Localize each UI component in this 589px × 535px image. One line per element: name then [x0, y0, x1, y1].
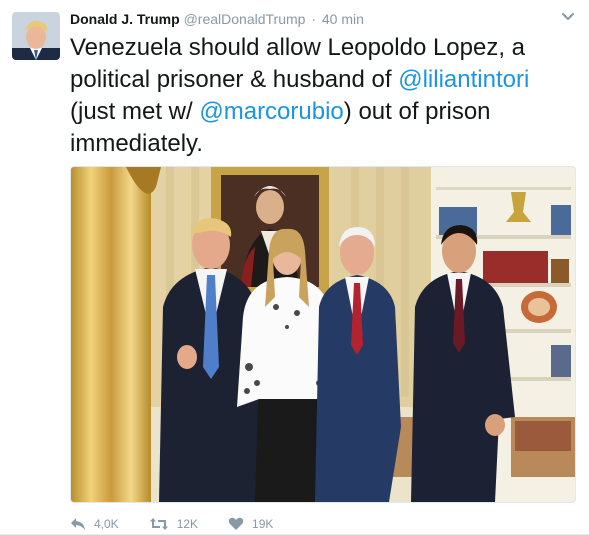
- like-count: 19K: [252, 517, 274, 531]
- mention-link[interactable]: @marcorubio: [199, 98, 343, 125]
- reply-icon: [71, 518, 85, 530]
- separator-dot: ·: [311, 11, 316, 27]
- reply-count: 4,0K: [94, 517, 119, 531]
- tweet-text: Venezuela should allow Leopoldo Lopez, a…: [70, 32, 580, 160]
- retweet-button[interactable]: 12K: [149, 517, 198, 531]
- mention-link[interactable]: @liliantintori: [398, 66, 529, 93]
- like-button[interactable]: 19K: [228, 517, 273, 531]
- tweet-text-part: (just met w/: [70, 98, 200, 125]
- author-name[interactable]: Donald J. Trump: [70, 11, 180, 27]
- retweet-icon: [149, 518, 168, 530]
- tweet-timestamp[interactable]: 40 min: [322, 11, 364, 27]
- chevron-down-icon[interactable]: [561, 10, 575, 24]
- tweet-actions: 4,0K 12K 19K: [70, 514, 303, 534]
- author-handle[interactable]: @realDonaldTrump: [184, 11, 306, 27]
- heart-icon: [228, 517, 244, 530]
- tweet-photo[interactable]: [70, 166, 576, 503]
- reply-button[interactable]: 4,0K: [70, 517, 119, 531]
- tweet-header: Donald J. Trump @realDonaldTrump · 40 mi…: [70, 10, 570, 28]
- retweet-count: 12K: [176, 517, 199, 531]
- tweet-card: Donald J. Trump @realDonaldTrump · 40 mi…: [0, 0, 589, 535]
- avatar[interactable]: [12, 12, 60, 60]
